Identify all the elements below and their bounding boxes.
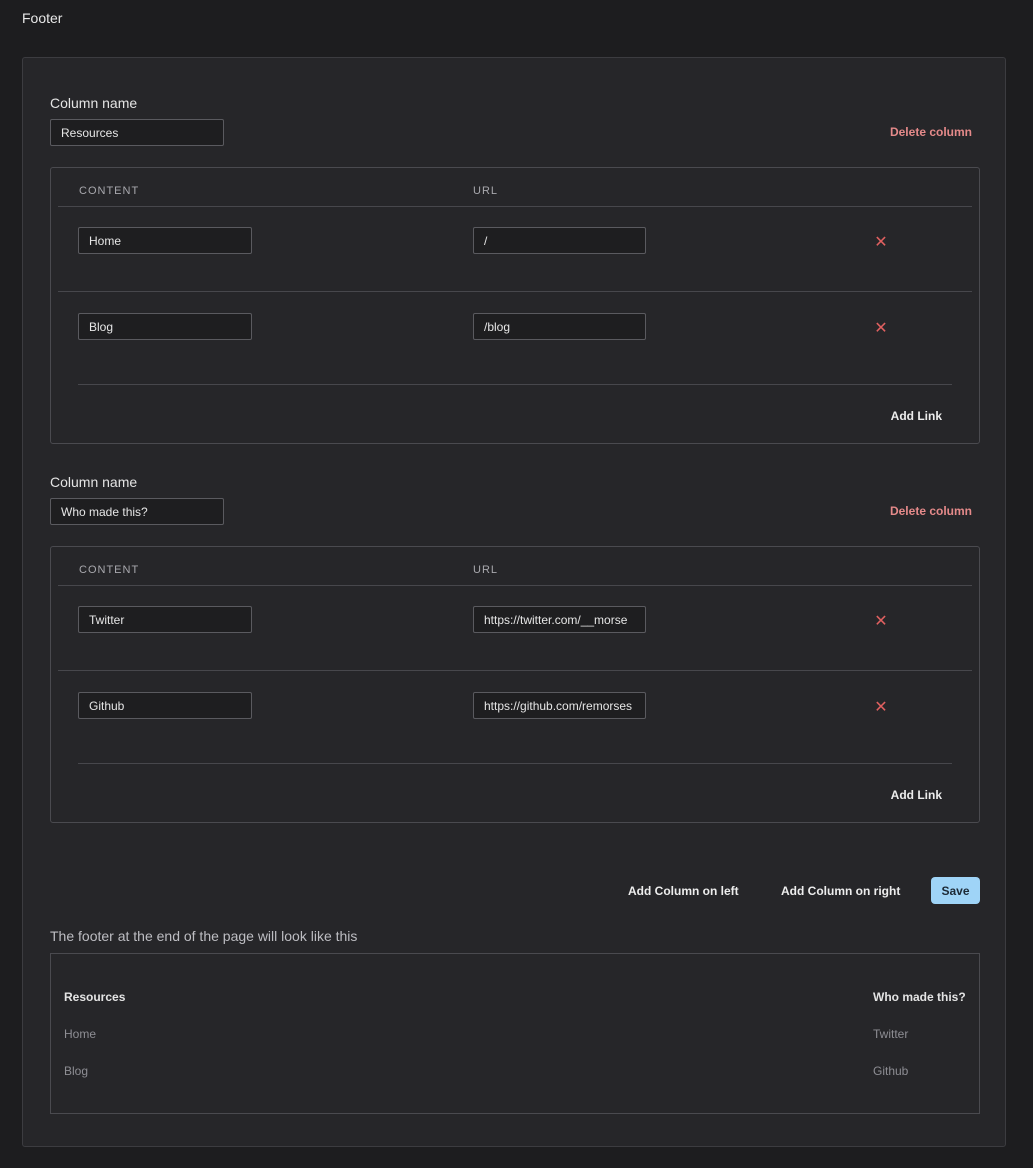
add-column-right-button[interactable]: Add Column on right <box>781 884 900 898</box>
add-link-button[interactable]: Add Link <box>891 409 942 423</box>
page-title: Footer <box>22 10 63 26</box>
column-name-input[interactable] <box>50 119 224 146</box>
delete-column-button[interactable]: Delete column <box>890 504 972 518</box>
link-content-input[interactable] <box>78 606 252 633</box>
link-url-input[interactable] <box>473 313 646 340</box>
preview-link[interactable]: Home <box>64 1027 96 1041</box>
close-icon[interactable]: ✕ <box>873 700 889 716</box>
close-icon[interactable]: ✕ <box>873 235 889 251</box>
add-link-button[interactable]: Add Link <box>891 788 942 802</box>
close-icon[interactable]: ✕ <box>873 321 889 337</box>
content-column-header: CONTENT <box>79 185 140 197</box>
header-divider <box>58 206 972 207</box>
row-divider <box>58 291 972 292</box>
link-url-input[interactable] <box>473 692 646 719</box>
preview-column-title: Who made this? <box>873 990 966 1004</box>
link-url-input[interactable] <box>473 606 646 633</box>
column-name-input[interactable] <box>50 498 224 525</box>
close-icon[interactable]: ✕ <box>873 614 889 630</box>
footer-preview: Resources Home Blog Who made this? Twitt… <box>50 953 980 1114</box>
column-name-label: Column name <box>50 474 138 490</box>
save-button[interactable]: Save <box>931 877 980 904</box>
link-content-input[interactable] <box>78 227 252 254</box>
link-content-input[interactable] <box>78 313 252 340</box>
column-name-label: Column name <box>50 95 138 111</box>
footer-divider <box>78 763 952 764</box>
preview-caption: The footer at the end of the page will l… <box>50 928 358 944</box>
row-divider <box>58 670 972 671</box>
preview-link[interactable]: Blog <box>64 1064 88 1078</box>
link-content-input[interactable] <box>78 692 252 719</box>
url-column-header: URL <box>473 564 499 576</box>
url-column-header: URL <box>473 185 499 197</box>
preview-link[interactable]: Github <box>873 1064 908 1078</box>
links-table: CONTENT URL ✕ ✕ Add Link <box>50 546 980 823</box>
add-column-left-button[interactable]: Add Column on left <box>628 884 739 898</box>
footer-editor-panel: Column name Delete column CONTENT URL ✕ … <box>22 57 1006 1147</box>
preview-link[interactable]: Twitter <box>873 1027 908 1041</box>
content-column-header: CONTENT <box>79 564 140 576</box>
header-divider <box>58 585 972 586</box>
delete-column-button[interactable]: Delete column <box>890 125 972 139</box>
preview-column-title: Resources <box>64 990 126 1004</box>
footer-divider <box>78 384 952 385</box>
links-table: CONTENT URL ✕ ✕ Add Link <box>50 167 980 444</box>
link-url-input[interactable] <box>473 227 646 254</box>
